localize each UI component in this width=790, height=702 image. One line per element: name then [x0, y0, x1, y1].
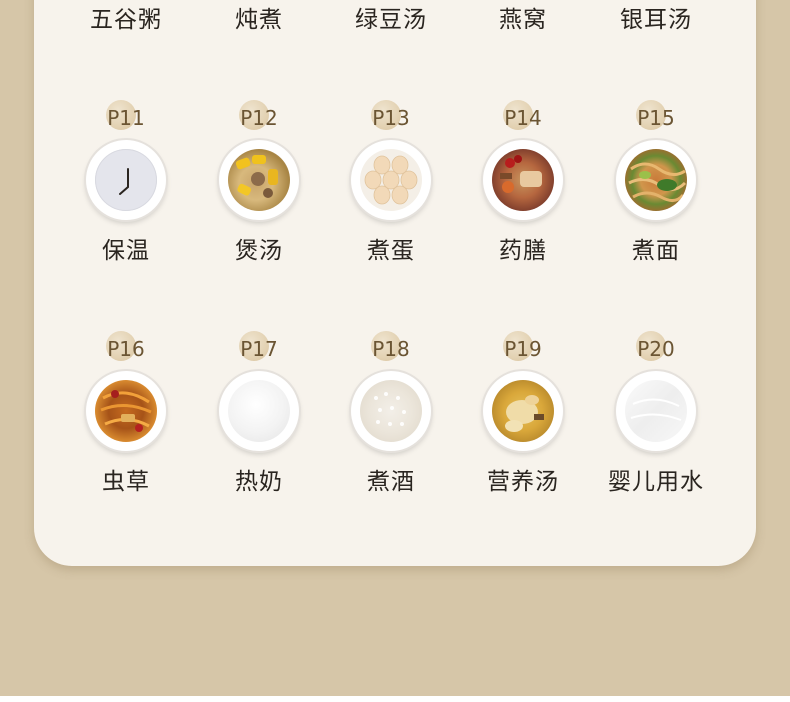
program-code-badge: P12 — [193, 100, 325, 134]
menu-item-name: 煮蛋 — [367, 238, 415, 264]
menu-label-tremella-soup: 银耳汤 — [620, 7, 692, 33]
menu-item-name: 虫草 — [102, 469, 150, 495]
menu-label-mung-bean-soup: 绿豆汤 — [355, 7, 427, 33]
baby-water-image — [625, 380, 687, 442]
plate — [483, 140, 563, 220]
cordyceps-image — [95, 380, 157, 442]
menu-label-multigrain-porridge: 五谷粥 — [90, 7, 162, 33]
menu-item-name: 煮酒 — [367, 469, 415, 495]
plate — [86, 140, 166, 220]
corn-soup-image — [228, 149, 290, 211]
menu-item-name: 婴儿用水 — [608, 469, 704, 495]
boiled-eggs-image — [360, 149, 422, 211]
plate — [219, 371, 299, 451]
program-code-badge: P17 — [193, 331, 325, 365]
menu-item-name: 热奶 — [235, 469, 283, 495]
plate — [616, 140, 696, 220]
menu-item-name: 药膳 — [499, 238, 547, 264]
hot-milk-image — [228, 380, 290, 442]
chicken-soup-image — [492, 380, 554, 442]
menu-item-name: 煮面 — [632, 238, 680, 264]
menu-item-name: 保温 — [102, 238, 150, 264]
program-code-badge: P16 — [60, 331, 192, 365]
program-code-badge: P18 — [325, 331, 457, 365]
rice-wine-image — [360, 380, 422, 442]
program-code-badge: P13 — [325, 100, 457, 134]
plate — [219, 140, 299, 220]
menu-item-name: 营养汤 — [487, 469, 559, 495]
plate — [351, 140, 431, 220]
program-code-badge: P11 — [60, 100, 192, 134]
plate — [351, 371, 431, 451]
noodles-image — [625, 149, 687, 211]
clock-icon — [95, 149, 157, 211]
plate — [483, 371, 563, 451]
menu-label-stew: 炖煮 — [235, 7, 283, 33]
plate — [616, 371, 696, 451]
menu-label-birds-nest: 燕窝 — [499, 7, 547, 33]
top-labels-row: 五谷粥 炖煮 绿豆汤 燕窝 银耳汤 — [0, 0, 790, 40]
program-code-badge: P15 — [590, 100, 722, 134]
program-code-badge: P20 — [590, 331, 722, 365]
plate — [86, 371, 166, 451]
herbal-dish-image — [492, 149, 554, 211]
bottom-divider — [0, 696, 790, 702]
program-code-badge: P14 — [457, 100, 589, 134]
menu-item-name: 煲汤 — [235, 238, 283, 264]
program-code-badge: P19 — [457, 331, 589, 365]
